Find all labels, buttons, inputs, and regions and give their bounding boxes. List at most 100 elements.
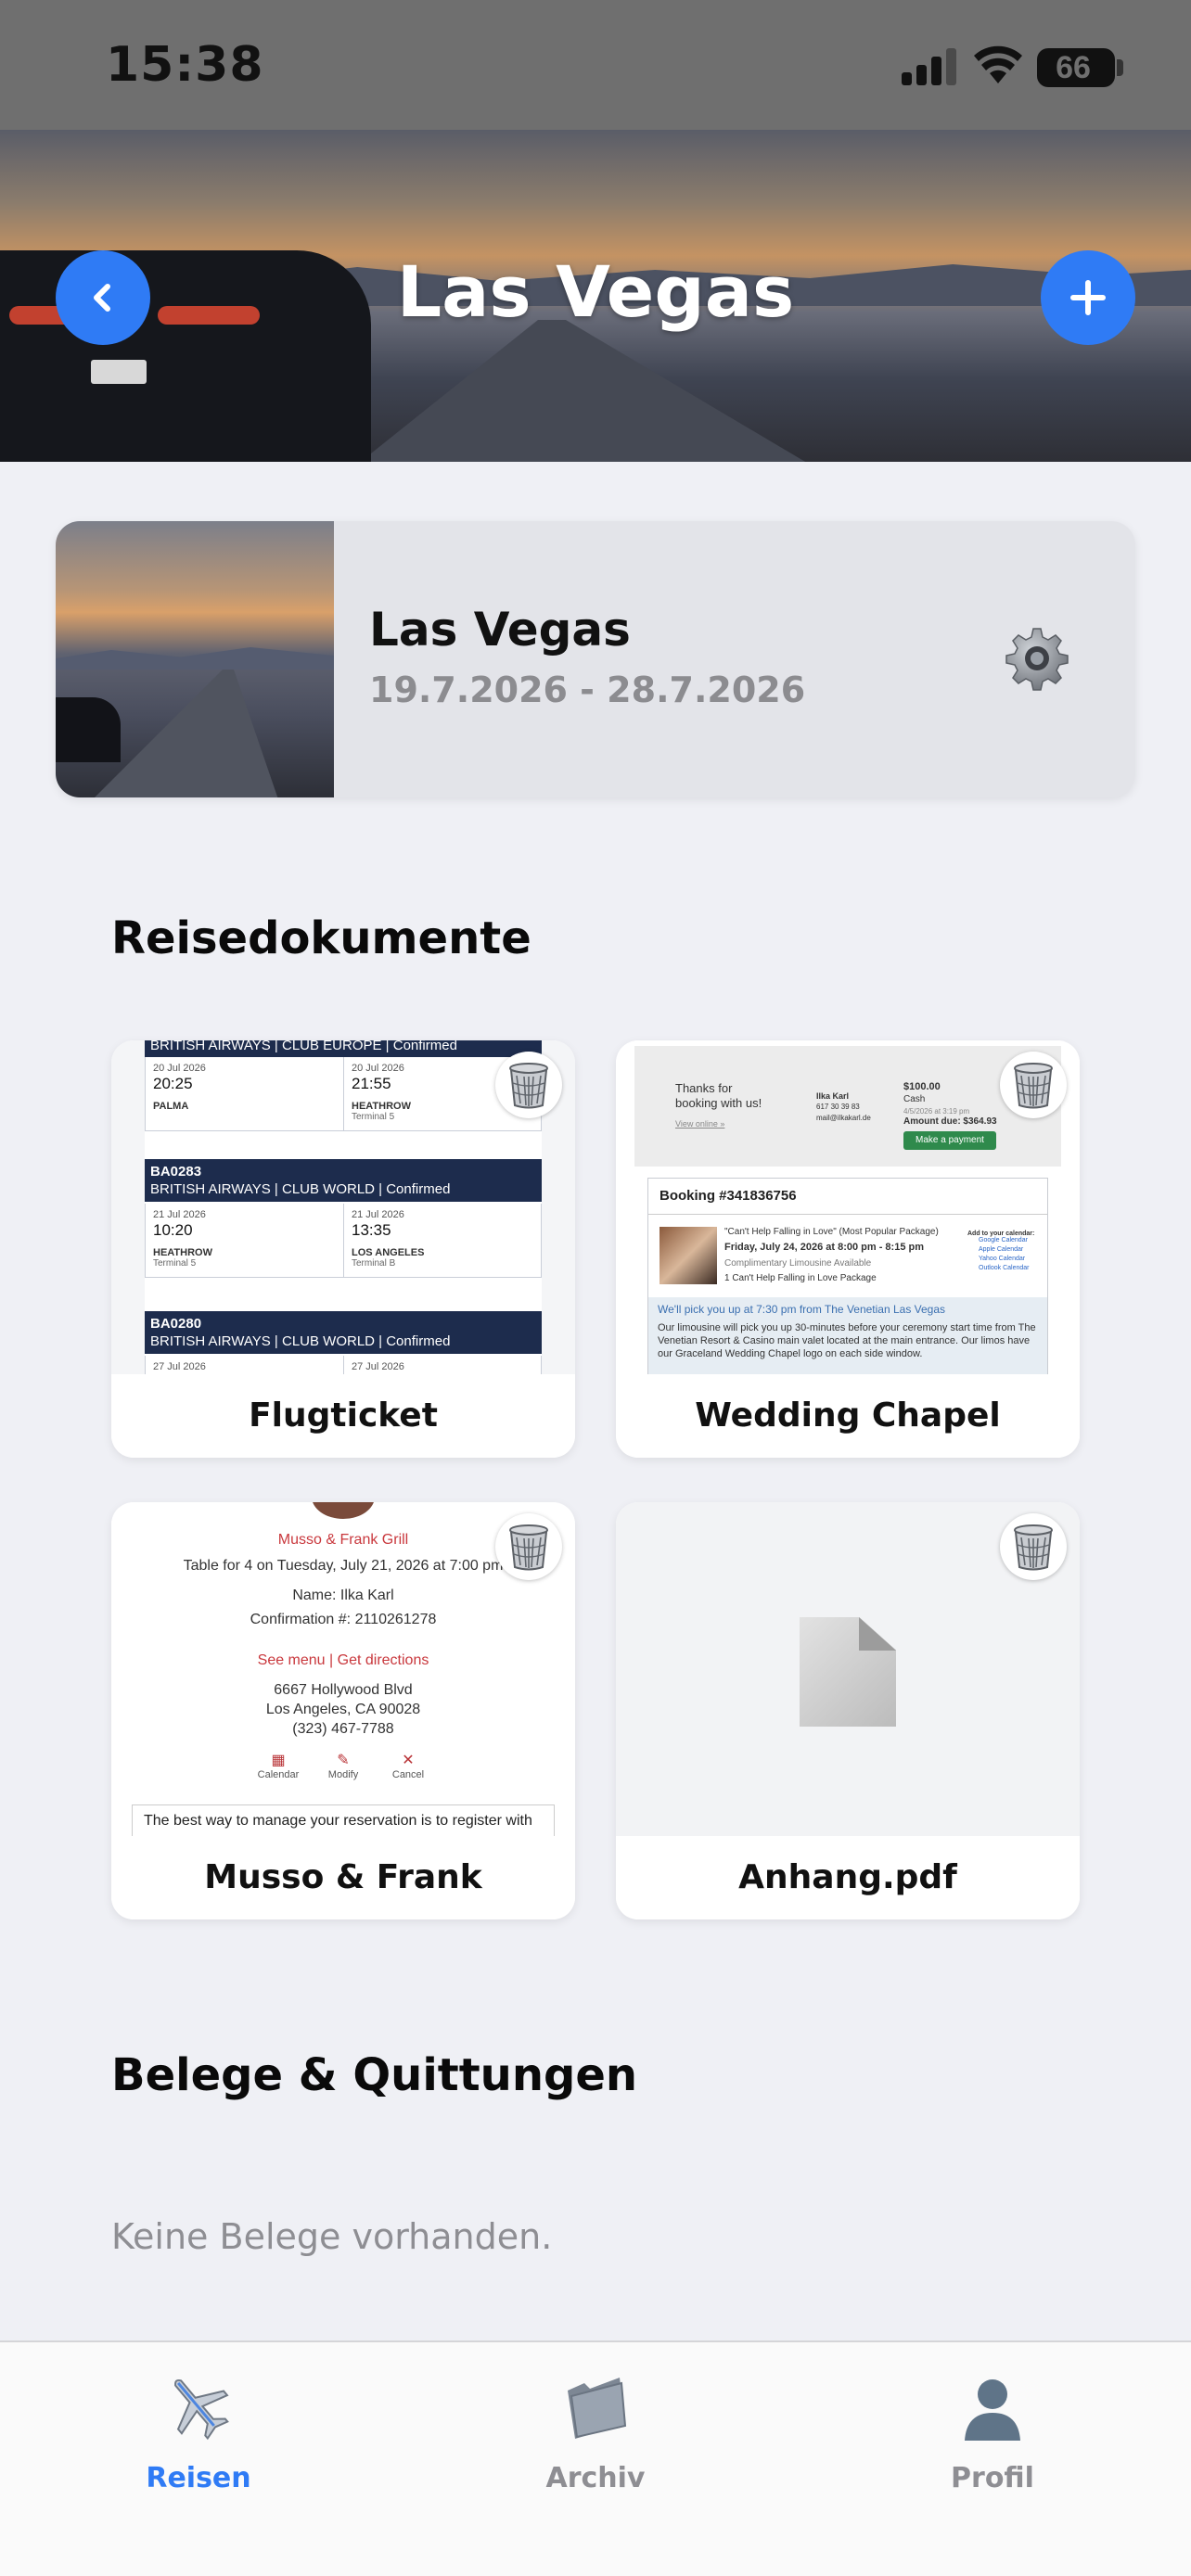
page-title: Las Vegas <box>396 250 795 333</box>
gear-icon[interactable] <box>1004 625 1070 692</box>
tab-reisen[interactable]: Reisen <box>96 2370 301 2494</box>
flight-line: BRITISH AIRWAYS | CLUB WORLD | Confirmed <box>150 1181 451 1197</box>
delete-button[interactable] <box>1000 1513 1067 1580</box>
limo-note: Complimentary Limousine Available <box>724 1258 872 1269</box>
trash-icon <box>509 1524 548 1571</box>
banner-car-plate <box>91 360 147 384</box>
flight-bar: BRITISH AIRWAYS | CLUB EUROPE | Confirme… <box>145 1040 542 1057</box>
arrival-terminal: Terminal 5 <box>352 1112 395 1122</box>
tab-bar: Reisen Archiv Profil <box>0 2340 1191 2576</box>
flight-code: BA0283 <box>150 1164 202 1180</box>
couple-photo <box>660 1227 717 1284</box>
trip-card[interactable]: Las Vegas 19.7.2026 - 28.7.2026 <box>56 521 1135 797</box>
document-label: Musso & Frank <box>111 1836 575 1919</box>
receipts-empty-state: Keine Belege vorhanden. <box>111 2216 553 2257</box>
tab-label: Reisen <box>146 2462 251 2494</box>
booking-datetime: Friday, July 24, 2026 at 8:00 pm - 8:15 … <box>724 1242 925 1253</box>
trip-thumbnail <box>56 521 334 797</box>
calendar-link: Google Calendar <box>979 1237 1028 1243</box>
pickup-box: We'll pick you up at 7:30 pm from The Ve… <box>648 1297 1047 1374</box>
view-online-link: View online » <box>675 1119 725 1129</box>
document-card-restaurant[interactable]: Musso & Frank Grill Table for 4 on Tuesd… <box>111 1502 575 1919</box>
document-label: Wedding Chapel <box>616 1374 1080 1458</box>
make-payment-button: Make a payment <box>903 1131 996 1150</box>
booking-box: Booking #341836756 "Can't Help Falling i… <box>647 1178 1048 1374</box>
document-card-flight[interactable]: BRITISH AIRWAYS | CLUB EUROPE | Confirme… <box>111 1040 575 1458</box>
header-banner: Las Vegas <box>0 130 1191 462</box>
battery-level: 66 <box>1056 50 1091 85</box>
flight-segment: 27 Jul 2026 27 Jul 2026 <box>145 1356 542 1374</box>
document-icon <box>800 1617 896 1727</box>
tab-label: Profil <box>951 2462 1034 2494</box>
document-label: Flugticket <box>111 1374 575 1458</box>
departure-col: 27 Jul 2026 <box>146 1356 343 1374</box>
flight-code: BA0280 <box>150 1316 202 1332</box>
thumbnail-mountains <box>56 647 334 670</box>
delete-button[interactable] <box>495 1513 562 1580</box>
status-time: 15:38 <box>106 37 264 93</box>
calendar-link: Outlook Calendar <box>979 1265 1030 1271</box>
tab-profil[interactable]: Profil <box>890 2370 1095 2494</box>
pickup-detail: Our limousine will pick you up 30-minute… <box>658 1322 1036 1359</box>
calendar-link: Yahoo Calendar <box>979 1256 1026 1262</box>
person-icon <box>965 2379 1020 2441</box>
address-line: 6667 Hollywood Blvd <box>274 1682 413 1698</box>
departure-col: 20 Jul 2026 20:25 PALMA <box>146 1057 343 1130</box>
arrival-time: 13:35 <box>352 1221 391 1239</box>
back-button[interactable] <box>56 250 150 345</box>
battery-tip <box>1117 59 1123 76</box>
package-name: "Can't Help Falling in Love" (Most Popul… <box>724 1227 939 1237</box>
arrival-place: LOS ANGELES <box>352 1247 425 1258</box>
delete-button[interactable] <box>495 1052 562 1118</box>
calendar-action: ▦ Calendar <box>241 1751 315 1780</box>
thanks-text: Thanks for booking with us! <box>675 1081 762 1110</box>
guest-name: Name: Ilka Karl <box>292 1588 394 1603</box>
flight-segment: 20 Jul 2026 20:25 PALMA 20 Jul 2026 21:5… <box>145 1057 542 1131</box>
calendar-icon: ▦ <box>271 1753 286 1768</box>
trash-icon <box>1014 1063 1053 1109</box>
calendar-link: Apple Calendar <box>979 1246 1024 1253</box>
customer-email: mail@ilkakarl.de <box>816 1114 871 1122</box>
cellular-signal-icon <box>902 48 957 85</box>
address-line: Los Angeles, CA 90028 <box>265 1702 421 1717</box>
restaurant-phone: (323) 467-7788 <box>292 1721 394 1737</box>
status-bar: 15:38 66 <box>0 0 1191 130</box>
modify-action: ✎ Modify <box>306 1751 380 1780</box>
arrival-date: 21 Jul 2026 <box>352 1209 404 1220</box>
arrival-col: 21 Jul 2026 13:35 LOS ANGELES Terminal B <box>343 1204 541 1277</box>
document-label: Anhang.pdf <box>616 1836 1080 1919</box>
departure-place: PALMA <box>153 1101 189 1112</box>
pickup-title: We'll pick you up at 7:30 pm from The Ve… <box>658 1303 946 1316</box>
flight-bar: BA0280 BRITISH AIRWAYS | CLUB WORLD | Co… <box>145 1311 542 1354</box>
package-qty: 1 Can't Help Falling in Love Package <box>724 1273 877 1283</box>
flight-line: BRITISH AIRWAYS | CLUB WORLD | Confirmed <box>150 1333 451 1349</box>
departure-date: 21 Jul 2026 <box>153 1209 206 1220</box>
document-card-pdf[interactable]: Anhang.pdf <box>616 1502 1080 1919</box>
manage-reservation-text: The best way to manage your reservation … <box>132 1804 555 1836</box>
flight-segment: 21 Jul 2026 10:20 HEATHROW Terminal 5 21… <box>145 1204 542 1278</box>
tab-label: Archiv <box>545 2462 646 2494</box>
restaurant-logo <box>312 1502 375 1519</box>
action-label: Modify <box>327 1769 359 1780</box>
departure-date: 27 Jul 2026 <box>153 1361 206 1372</box>
delete-button[interactable] <box>1000 1052 1067 1118</box>
tab-archiv[interactable]: Archiv <box>493 2370 698 2494</box>
receipts-section-title: Belege & Quittungen <box>111 2049 638 2101</box>
arrival-terminal: Terminal B <box>352 1258 396 1269</box>
documents-section-title: Reisedokumente <box>111 912 531 964</box>
trash-icon <box>1014 1524 1053 1571</box>
wedding-header-box: Thanks for booking with us! View online … <box>634 1046 1061 1167</box>
menu-directions-links: See menu | Get directions <box>257 1652 429 1668</box>
trip-name: Las Vegas <box>369 603 631 657</box>
folder-icon <box>568 2378 627 2439</box>
banner-road <box>352 320 816 462</box>
trash-icon <box>509 1063 548 1109</box>
flight-bar: BA0283 BRITISH AIRWAYS | CLUB WORLD | Co… <box>145 1159 542 1202</box>
airplane-icon <box>174 2378 229 2441</box>
cancel-action: ✕ Cancel <box>371 1751 445 1780</box>
thumbnail-car <box>56 697 121 762</box>
departure-time: 20:25 <box>153 1075 193 1092</box>
document-card-wedding[interactable]: Thanks for booking with us! View online … <box>616 1040 1080 1458</box>
add-document-button[interactable] <box>1041 250 1135 345</box>
trip-dates: 19.7.2026 - 28.7.2026 <box>369 670 806 710</box>
